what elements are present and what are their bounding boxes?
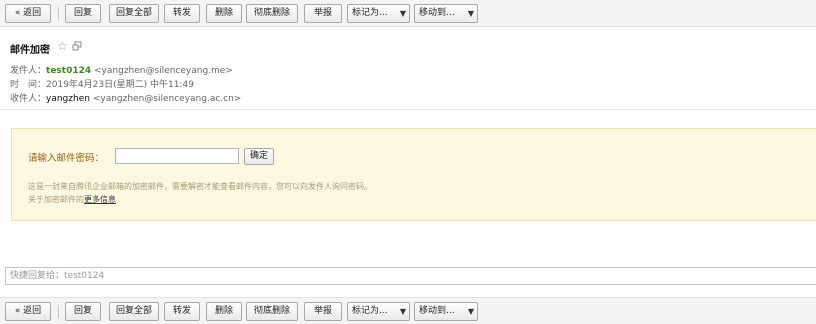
forward-button[interactable]: 转发 xyxy=(164,4,200,23)
delete-button[interactable]: 删除 xyxy=(206,302,242,321)
mark-as-label: 标记为... xyxy=(352,306,388,316)
back-button[interactable]: « 返回 xyxy=(5,302,51,321)
reply-button[interactable]: 回复 xyxy=(65,302,101,321)
report-button[interactable]: 举报 xyxy=(304,302,342,321)
header-divider xyxy=(0,109,816,110)
chevron-down-icon: ▼ xyxy=(399,307,406,316)
delete-button[interactable]: 删除 xyxy=(206,4,242,23)
password-input[interactable] xyxy=(115,148,239,164)
time-row: 时 间：2019年4月23日(星期二) 中午11:49 xyxy=(10,77,194,90)
mark-as-select[interactable]: 标记为... ▼ xyxy=(347,302,410,321)
move-to-label: 移动到... xyxy=(419,8,455,18)
to-row: 收件人：yangzhen <yangzhen@silenceyang.ac.cn… xyxy=(10,91,241,104)
more-info-link[interactable]: 更多信息 xyxy=(84,195,116,204)
from-label: 发件人： xyxy=(10,66,47,76)
encryption-panel: 请输入邮件密码： 确定 这是一封来自腾讯企业邮箱的加密邮件，需要解密才能查看邮件… xyxy=(11,128,816,221)
to-label: 收件人： xyxy=(10,94,47,104)
top-toolbar: « 返回 回复 回复全部 转发 删除 彻底删除 举报 标记为... ▼ 移动到.… xyxy=(0,0,816,27)
delete-permanently-button[interactable]: 彻底删除 xyxy=(246,4,298,23)
toolbar-divider xyxy=(58,305,59,318)
mark-as-label: 标记为... xyxy=(352,8,388,18)
reply-all-button[interactable]: 回复全部 xyxy=(109,302,159,321)
mark-as-select[interactable]: 标记为... ▼ xyxy=(347,4,410,23)
popout-icon[interactable] xyxy=(72,41,82,51)
sender-address: <yangzhen@silenceyang.me> xyxy=(94,66,233,76)
chevron-down-icon: ▼ xyxy=(399,9,406,18)
from-row: 发件人：test0124 <yangzhen@silenceyang.me> xyxy=(10,63,233,76)
recipient-address: <yangzhen@silenceyang.ac.cn> xyxy=(92,94,242,104)
recipient-name[interactable]: yangzhen xyxy=(46,94,90,104)
toolbar-divider xyxy=(58,7,59,20)
quick-reply-input[interactable]: 快捷回复给：test0124 xyxy=(5,267,816,285)
reply-button[interactable]: 回复 xyxy=(65,4,101,23)
reply-all-button[interactable]: 回复全部 xyxy=(109,4,159,23)
star-icon[interactable]: ☆ xyxy=(57,39,68,53)
delete-permanently-button[interactable]: 彻底删除 xyxy=(246,302,298,321)
move-to-select[interactable]: 移动到... ▼ xyxy=(414,302,478,321)
chevron-down-icon: ▼ xyxy=(467,307,474,316)
forward-button[interactable]: 转发 xyxy=(164,302,200,321)
time-label: 时 间： xyxy=(10,80,47,90)
back-button[interactable]: « 返回 xyxy=(5,4,51,23)
more-info-prefix: 关于加密邮件的 xyxy=(28,195,84,204)
mail-subject: 邮件加密 xyxy=(10,45,50,56)
chevron-down-icon: ▼ xyxy=(467,9,474,18)
sender-name[interactable]: test0124 xyxy=(46,66,91,76)
confirm-button[interactable]: 确定 xyxy=(244,148,274,165)
bottom-toolbar: « 返回 回复 回复全部 转发 删除 彻底删除 举报 标记为... ▼ 移动到.… xyxy=(0,297,816,324)
move-to-select[interactable]: 移动到... ▼ xyxy=(414,4,478,23)
move-to-label: 移动到... xyxy=(419,306,455,316)
report-button[interactable]: 举报 xyxy=(304,4,342,23)
time-value: 2019年4月23日(星期二) 中午11:49 xyxy=(46,80,194,90)
password-label: 请输入邮件密码： xyxy=(28,153,105,164)
encryption-hint: 这是一封来自腾讯企业邮箱的加密邮件，需要解密才能查看邮件内容，您可以向发件人询问… xyxy=(28,182,372,191)
encryption-more-info: 关于加密邮件的更多信息 xyxy=(28,194,116,205)
